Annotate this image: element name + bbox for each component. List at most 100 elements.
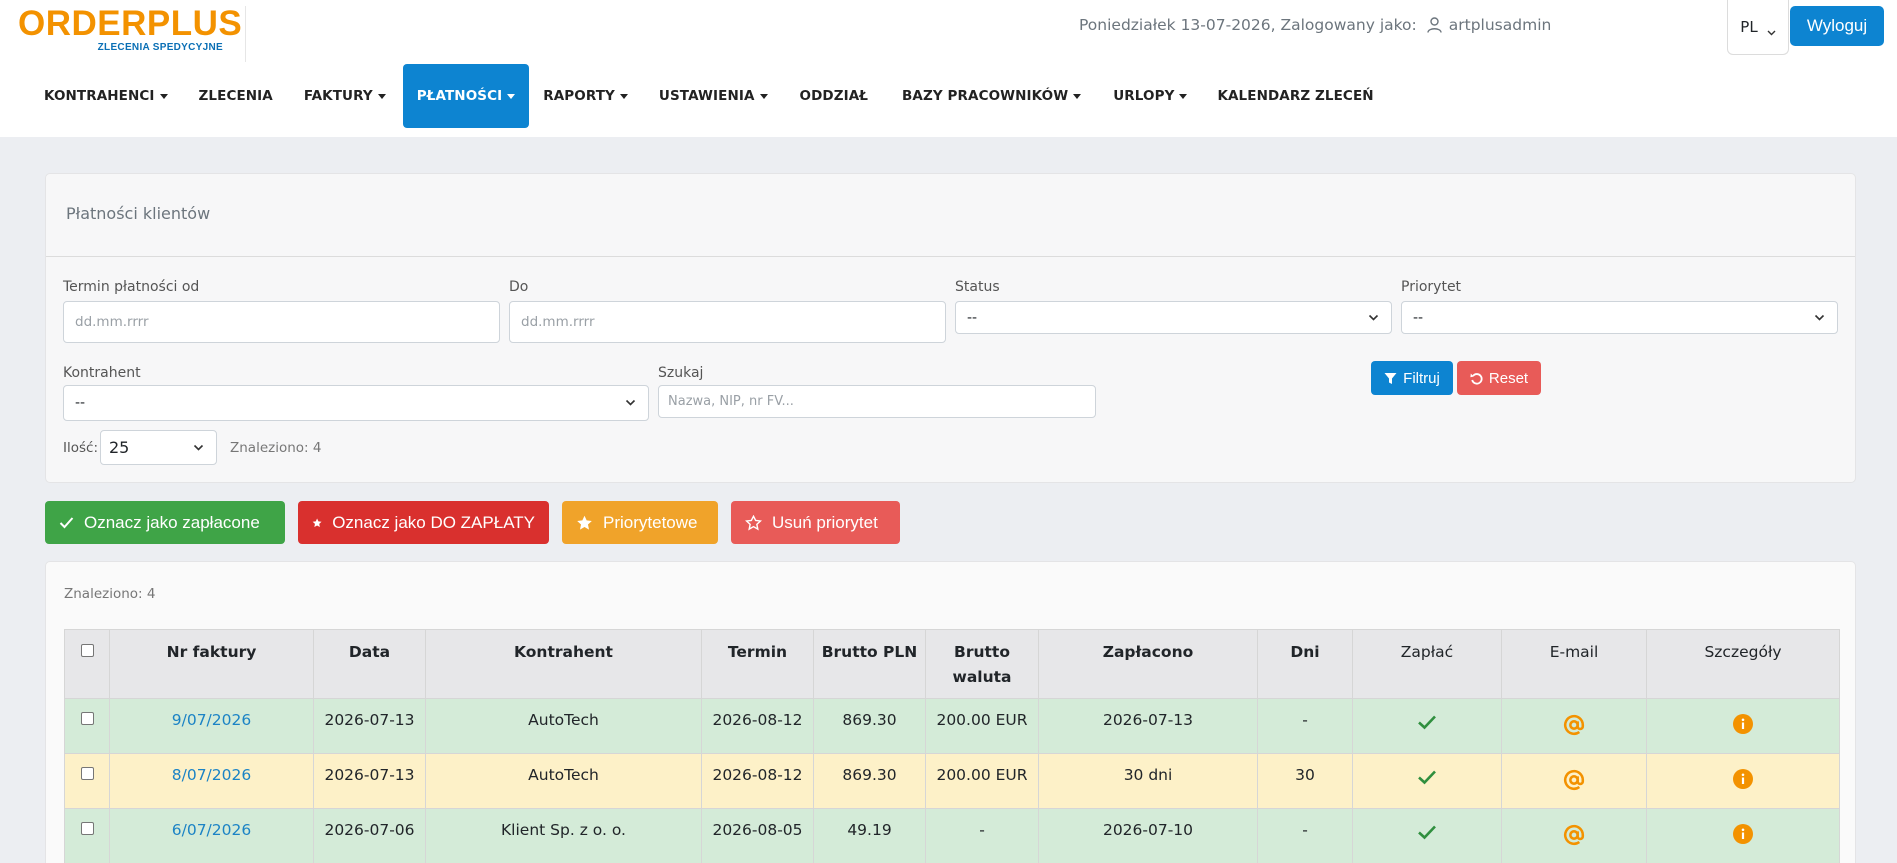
check-icon[interactable] [1417, 714, 1437, 730]
email-cell [1501, 753, 1647, 809]
invoice-cell: 6/07/2026 [109, 808, 314, 863]
nav-item-kalendarz-zlecen[interactable]: KALENDARZ ZLECEŃ [1203, 64, 1387, 128]
details-cell [1646, 753, 1840, 809]
nav-item-platnosci[interactable]: PŁATNOŚCI [402, 64, 530, 128]
table-header-row: Nr faktury Data Kontrahent Termin Brutto… [64, 629, 1840, 699]
at-sign-icon[interactable] [1563, 714, 1585, 736]
row-checkbox[interactable] [80, 712, 94, 725]
header-paid[interactable]: Zapłacono [1038, 629, 1258, 699]
info-icon[interactable] [1733, 824, 1753, 844]
caret-down-icon [619, 93, 628, 99]
mark-paid-label: Oznacz jako zapłacone [84, 512, 260, 532]
payments-table: Nr faktury Data Kontrahent Termin Brutto… [64, 629, 1840, 863]
star-icon [577, 515, 592, 530]
filter-button[interactable]: Filtruj [1371, 361, 1453, 395]
gross-pln-cell: 869.30 [813, 753, 926, 809]
reset-button[interactable]: Reset [1457, 361, 1541, 395]
nav-label: USTAWIENIA [658, 88, 755, 104]
username: artplusadmin [1448, 16, 1552, 34]
contractor-select[interactable]: -- [63, 385, 649, 421]
header-due[interactable]: Termin [701, 629, 814, 699]
language-select[interactable]: PL [1727, 0, 1789, 55]
info-icon[interactable] [1733, 714, 1753, 734]
nav-item-oddzial[interactable]: ODDZIAŁ [785, 64, 886, 128]
nav-item-ustawienia[interactable]: USTAWIENIA [642, 64, 785, 128]
header-date[interactable]: Data [313, 629, 426, 699]
priority-button[interactable]: Priorytetowe [562, 501, 718, 544]
app-logo[interactable]: ORDERPLUS ZLECENIA SPEDYCYJNE [18, 6, 246, 62]
contractor-cell: AutoTech [425, 753, 702, 809]
nav-item-bazy-pracownikow[interactable]: BAZY PRACOWNIKÓW [885, 64, 1097, 128]
header-gross-currency[interactable]: Brutto waluta [925, 629, 1039, 699]
page-size-select[interactable]: 25 [100, 430, 217, 465]
header-pay: Zapłać [1352, 629, 1502, 699]
details-cell [1646, 808, 1840, 863]
date-from-placeholder: dd.mm.rrrr [75, 314, 149, 330]
pay-cell [1352, 808, 1502, 863]
check-icon[interactable] [1417, 824, 1437, 840]
row-select-cell [64, 753, 110, 809]
date-cell: 2026-07-13 [313, 753, 426, 809]
contractor-label: Kontrahent [63, 365, 141, 381]
contractor-value: -- [75, 395, 86, 411]
priority-select[interactable]: -- [1401, 301, 1838, 334]
page-title: Płatności klientów [66, 204, 211, 223]
header-invoice[interactable]: Nr faktury [109, 629, 314, 699]
search-input[interactable]: Nazwa, NIP, nr FV... [658, 385, 1096, 418]
caret-down-icon [759, 93, 768, 99]
paid-cell: 2026-07-10 [1038, 808, 1258, 863]
count-label: Ilość: [63, 440, 98, 456]
invoice-link[interactable]: 9/07/2026 [172, 711, 251, 729]
table-row: 8/07/2026 2026-07-13 AutoTech 2026-08-12… [64, 753, 1840, 809]
check-icon[interactable] [1417, 769, 1437, 785]
header-details: Szczegóły [1646, 629, 1840, 699]
user-icon [1427, 17, 1442, 33]
contractor-cell: AutoTech [425, 698, 702, 754]
row-checkbox[interactable] [80, 822, 94, 835]
mark-to-pay-button[interactable]: Oznacz jako DO ZAPŁATY [298, 501, 549, 544]
main-nav: KONTRAHENCI ZLECENIA FAKTURY PŁATNOŚCI R… [30, 64, 1388, 128]
row-checkbox[interactable] [80, 767, 94, 780]
search-placeholder: Nazwa, NIP, nr FV... [668, 394, 794, 409]
priority-label: Priorytet [1401, 279, 1462, 295]
table-row: 9/07/2026 2026-07-13 AutoTech 2026-08-12… [64, 698, 1840, 754]
pay-cell [1352, 753, 1502, 809]
select-all-header [64, 629, 110, 699]
at-sign-icon[interactable] [1563, 824, 1585, 846]
invoice-link[interactable]: 6/07/2026 [172, 821, 251, 839]
filter-icon [1384, 372, 1397, 384]
at-sign-icon[interactable] [1563, 769, 1585, 791]
chevron-down-icon [625, 399, 636, 406]
date-from-input[interactable]: dd.mm.rrrr [63, 301, 500, 343]
remove-priority-button[interactable]: Usuń priorytet [731, 501, 900, 544]
header-days[interactable]: Dni [1257, 629, 1353, 699]
status-select[interactable]: -- [955, 301, 1392, 334]
search-label: Szukaj [658, 365, 704, 381]
pay-cell [1352, 698, 1502, 754]
header-contractor[interactable]: Kontrahent [425, 629, 702, 699]
chevron-down-icon [193, 444, 204, 451]
nav-item-zlecenia[interactable]: ZLECENIA [182, 64, 289, 128]
header-gross-pln[interactable]: Brutto PLN [813, 629, 926, 699]
caret-down-icon [507, 93, 516, 99]
select-all-checkbox[interactable] [80, 644, 94, 657]
gross-pln-cell: 869.30 [813, 698, 926, 754]
nav-item-kontrahenci[interactable]: KONTRAHENCI [30, 64, 182, 128]
logout-button[interactable]: Wyloguj [1790, 6, 1884, 46]
info-icon[interactable] [1733, 769, 1753, 789]
nav-item-urlopy[interactable]: URLOPY [1097, 64, 1203, 128]
date-to-input[interactable]: dd.mm.rrrr [509, 301, 946, 343]
mark-to-pay-label: Oznacz jako DO ZAPŁATY [332, 512, 535, 532]
nav-item-raporty[interactable]: RAPORTY [529, 64, 642, 128]
date-cell: 2026-07-13 [313, 698, 426, 754]
days-cell: - [1257, 698, 1353, 754]
gross-currency-cell: 200.00 EUR [925, 753, 1039, 809]
invoice-link[interactable]: 8/07/2026 [172, 766, 251, 784]
chevron-down-icon [1767, 23, 1776, 35]
gross-currency-cell: - [925, 808, 1039, 863]
mark-paid-button[interactable]: Oznacz jako zapłacone [45, 501, 285, 544]
status-label: Status [955, 279, 1000, 295]
session-info: Poniedziałek 13-07-2026, Zalogowany jako… [1079, 16, 1551, 34]
nav-item-faktury[interactable]: FAKTURY [289, 64, 403, 128]
gross-pln-cell: 49.19 [813, 808, 926, 863]
